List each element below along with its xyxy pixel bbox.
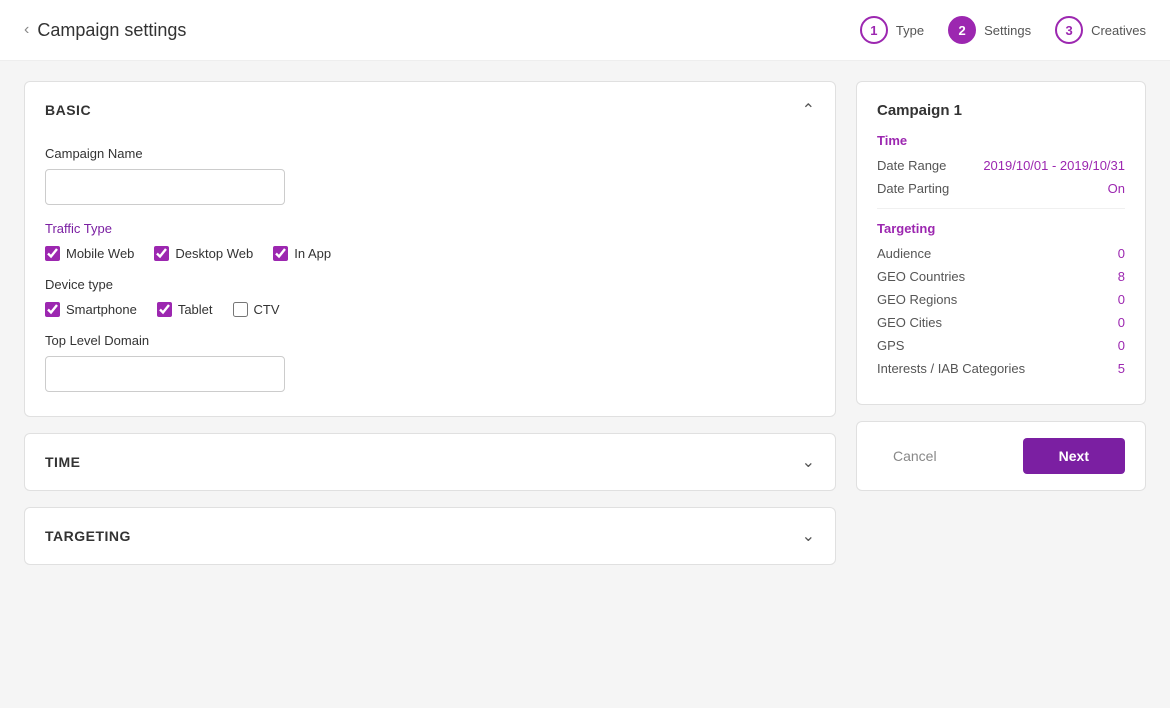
targeting-row-label: GPS (877, 338, 904, 353)
in-app-label[interactable]: In App (294, 246, 331, 261)
tablet-checkbox[interactable] (157, 302, 172, 317)
traffic-type-label: Traffic Type (45, 221, 815, 236)
in-app-checkbox[interactable] (273, 246, 288, 261)
step-2-circle[interactable]: 2 (948, 16, 976, 44)
step-3-label: Creatives (1091, 23, 1146, 38)
summary-date-parting-label: Date Parting (877, 181, 949, 196)
device-smartphone: Smartphone (45, 302, 137, 317)
header-left: ‹ Campaign settings (24, 20, 186, 41)
right-panel: Campaign 1 Time Date Range 2019/10/01 - … (856, 81, 1146, 491)
left-panel: BASIC ⌃ Campaign Name Traffic Type Mobil… (24, 81, 836, 565)
time-section-title: TIME (45, 454, 80, 470)
targeting-section-header[interactable]: TARGETING ⌄ (25, 508, 835, 564)
targeting-row-label: GEO Countries (877, 269, 965, 284)
step-3: 3 Creatives (1055, 16, 1146, 44)
summary-targeting-rows: Audience 0 GEO Countries 8 GEO Regions 0… (877, 246, 1125, 376)
header: ‹ Campaign settings 1 Type 2 Settings 3 … (0, 0, 1170, 61)
device-type-group: Smartphone Tablet CTV (45, 302, 815, 317)
smartphone-checkbox[interactable] (45, 302, 60, 317)
campaign-name-label: Campaign Name (45, 146, 815, 161)
ctv-checkbox[interactable] (233, 302, 248, 317)
summary-targeting-row: Audience 0 (877, 246, 1125, 261)
summary-divider (877, 208, 1125, 209)
targeting-row-value: 0 (1118, 292, 1125, 307)
step-2-label: Settings (984, 23, 1031, 38)
traffic-type-group: Mobile Web Desktop Web In App (45, 246, 815, 261)
desktop-web-label[interactable]: Desktop Web (175, 246, 253, 261)
summary-targeting-row: GEO Cities 0 (877, 315, 1125, 330)
summary-campaign-name: Campaign 1 (877, 102, 1125, 119)
time-chevron-icon: ⌄ (802, 452, 815, 472)
summary-date-parting-row: Date Parting On (877, 181, 1125, 196)
smartphone-label[interactable]: Smartphone (66, 302, 137, 317)
summary-date-parting-value: On (1108, 181, 1125, 196)
time-section-card: TIME ⌄ (24, 433, 836, 491)
summary-card: Campaign 1 Time Date Range 2019/10/01 - … (856, 81, 1146, 405)
main-content: BASIC ⌃ Campaign Name Traffic Type Mobil… (0, 61, 1170, 585)
step-3-circle[interactable]: 3 (1055, 16, 1083, 44)
summary-time-title: Time (877, 133, 1125, 148)
basic-section-title: BASIC (45, 102, 91, 118)
device-type-label: Device type (45, 277, 815, 292)
targeting-row-label: Interests / IAB Categories (877, 361, 1025, 376)
basic-section-body: Campaign Name Traffic Type Mobile Web De… (25, 138, 835, 416)
targeting-row-value: 0 (1118, 338, 1125, 353)
targeting-row-value: 5 (1118, 361, 1125, 376)
ctv-label[interactable]: CTV (254, 302, 280, 317)
summary-targeting-title: Targeting (877, 221, 1125, 236)
step-1: 1 Type (860, 16, 924, 44)
basic-section-header[interactable]: BASIC ⌃ (25, 82, 835, 138)
page-title: Campaign settings (37, 20, 186, 41)
summary-targeting-row: GEO Countries 8 (877, 269, 1125, 284)
next-button[interactable]: Next (1023, 438, 1125, 474)
device-tablet: Tablet (157, 302, 213, 317)
action-card: Cancel Next (856, 421, 1146, 491)
top-domain-label: Top Level Domain (45, 333, 815, 348)
basic-section-card: BASIC ⌃ Campaign Name Traffic Type Mobil… (24, 81, 836, 417)
summary-targeting-row: GEO Regions 0 (877, 292, 1125, 307)
traffic-desktop-web: Desktop Web (154, 246, 253, 261)
mobile-web-checkbox[interactable] (45, 246, 60, 261)
top-domain-input[interactable] (45, 356, 285, 392)
tablet-label[interactable]: Tablet (178, 302, 213, 317)
targeting-row-value: 0 (1118, 246, 1125, 261)
targeting-section-title: TARGETING (45, 528, 131, 544)
targeting-section-card: TARGETING ⌄ (24, 507, 836, 565)
summary-date-range-label: Date Range (877, 158, 946, 173)
targeting-row-value: 0 (1118, 315, 1125, 330)
targeting-chevron-icon: ⌄ (802, 526, 815, 546)
device-ctv: CTV (233, 302, 280, 317)
cancel-button[interactable]: Cancel (877, 440, 953, 472)
time-section-header[interactable]: TIME ⌄ (25, 434, 835, 490)
basic-chevron-icon: ⌃ (802, 100, 815, 120)
steps-nav: 1 Type 2 Settings 3 Creatives (860, 16, 1146, 44)
traffic-mobile-web: Mobile Web (45, 246, 134, 261)
step-1-circle[interactable]: 1 (860, 16, 888, 44)
targeting-row-label: Audience (877, 246, 931, 261)
summary-targeting-row: GPS 0 (877, 338, 1125, 353)
step-1-label: Type (896, 23, 924, 38)
campaign-name-input[interactable] (45, 169, 285, 205)
summary-date-range-value: 2019/10/01 - 2019/10/31 (983, 158, 1125, 173)
summary-targeting-row: Interests / IAB Categories 5 (877, 361, 1125, 376)
desktop-web-checkbox[interactable] (154, 246, 169, 261)
targeting-row-label: GEO Regions (877, 292, 957, 307)
targeting-row-label: GEO Cities (877, 315, 942, 330)
traffic-in-app: In App (273, 246, 331, 261)
targeting-row-value: 8 (1118, 269, 1125, 284)
step-2: 2 Settings (948, 16, 1031, 44)
summary-date-range-row: Date Range 2019/10/01 - 2019/10/31 (877, 158, 1125, 173)
mobile-web-label[interactable]: Mobile Web (66, 246, 134, 261)
back-button[interactable]: ‹ (24, 21, 29, 39)
